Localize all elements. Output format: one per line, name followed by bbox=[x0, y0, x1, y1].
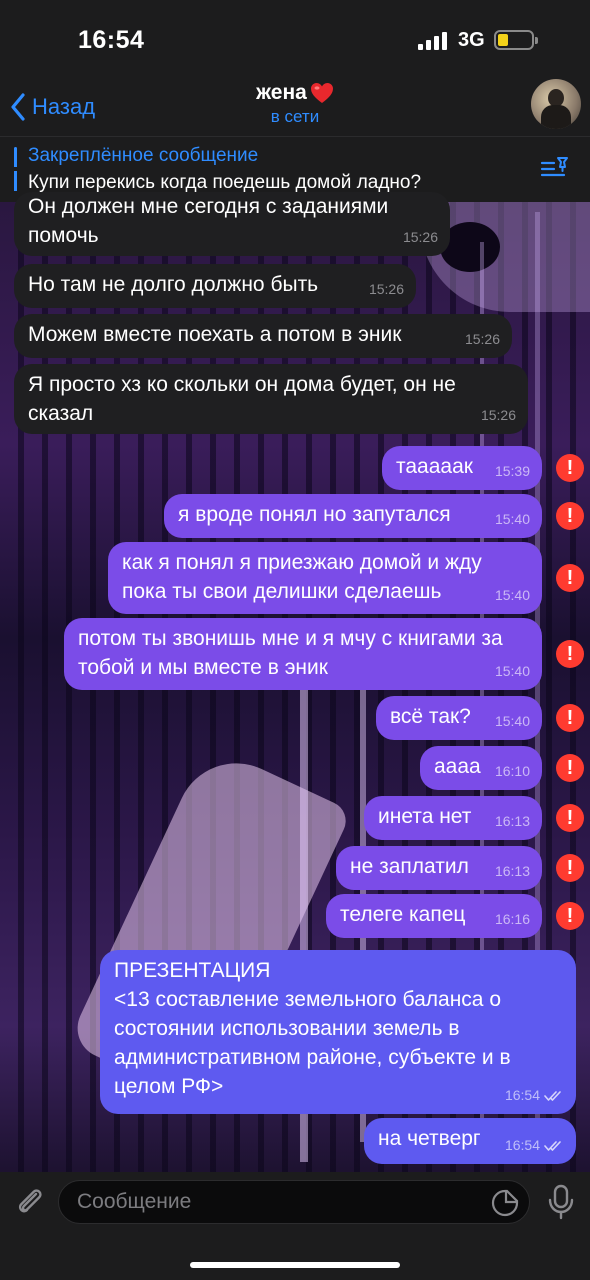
message-time: 16:54 bbox=[504, 1087, 540, 1103]
message-meta: 15:26 bbox=[465, 325, 500, 354]
message-meta: 15:40 bbox=[495, 707, 530, 736]
error-icon[interactable]: ! bbox=[556, 454, 584, 482]
message-meta: 16:54 bbox=[505, 1131, 564, 1160]
message-time: 15:40 bbox=[494, 713, 530, 729]
message-time: 15:26 bbox=[402, 229, 438, 245]
error-icon[interactable]: ! bbox=[556, 754, 584, 782]
message-meta: 16:13 bbox=[495, 807, 530, 836]
message-meta: 15:39 bbox=[495, 457, 530, 486]
message-text: Можем вместе поехать а потом в эник bbox=[28, 323, 402, 346]
message-time: 16:13 bbox=[494, 863, 530, 879]
message-text: телеге капец bbox=[340, 903, 466, 926]
cellular-signal-icon bbox=[418, 32, 448, 50]
message-text: на четверг bbox=[378, 1127, 481, 1150]
outgoing-message[interactable]: телеге капец 16:16 bbox=[326, 894, 542, 938]
heart-emoji-icon bbox=[310, 83, 333, 103]
outgoing-message[interactable]: всё так? 15:40 bbox=[376, 696, 542, 740]
message-meta: 15:40 bbox=[495, 581, 530, 610]
outgoing-message[interactable]: на четверг 16:54 bbox=[364, 1118, 576, 1164]
message-meta: 16:16 bbox=[495, 905, 530, 934]
error-icon[interactable]: ! bbox=[556, 640, 584, 668]
incoming-message[interactable]: Но там не долго должно быть 15:26 bbox=[14, 264, 416, 308]
double-check-icon bbox=[544, 1140, 561, 1151]
message-time: 15:40 bbox=[494, 663, 530, 679]
error-icon[interactable]: ! bbox=[556, 854, 584, 882]
message-time: 16:54 bbox=[504, 1137, 540, 1153]
message-meta: 15:26 bbox=[481, 401, 516, 430]
error-icon[interactable]: ! bbox=[556, 704, 584, 732]
sticker-icon[interactable] bbox=[491, 1189, 519, 1217]
outgoing-message[interactable]: как я понял я приезжаю домой и жду пока … bbox=[108, 542, 542, 614]
message-meta: 15:26 bbox=[403, 223, 438, 252]
error-icon[interactable]: ! bbox=[556, 902, 584, 930]
chat-header: Назад жена в сети bbox=[0, 79, 590, 136]
incoming-message[interactable]: Я просто хз ко скольки он дома будет, он… bbox=[14, 364, 528, 434]
outgoing-message[interactable]: я вроде понял но запутался 15:40 bbox=[164, 494, 542, 538]
error-icon[interactable]: ! bbox=[556, 564, 584, 592]
message-text: я вроде понял но запутался bbox=[178, 503, 451, 526]
home-indicator bbox=[190, 1262, 400, 1268]
error-icon[interactable]: ! bbox=[556, 804, 584, 832]
outgoing-message[interactable]: аааа 16:10 bbox=[420, 746, 542, 790]
message-text: потом ты звонишь мне и я мчу с книгами з… bbox=[78, 627, 509, 679]
message-field[interactable] bbox=[58, 1180, 530, 1224]
chat-title: жена bbox=[256, 81, 307, 104]
message-text: Но там не долго должно быть bbox=[28, 273, 319, 296]
status-bar: 16:54 3G bbox=[0, 0, 590, 80]
message-text: ПРЕЗЕНТАЦИЯ <13 составление земельного б… bbox=[114, 959, 511, 1098]
message-time: 15:39 bbox=[494, 463, 530, 479]
message-text: как я понял я приезжаю домой и жду пока … bbox=[122, 551, 488, 603]
pinned-text: Купи перекись когда поедешь домой ладно? bbox=[28, 172, 422, 193]
message-time: 15:40 bbox=[494, 511, 530, 527]
incoming-message[interactable]: Он должен мне сегодня с заданиями помочь… bbox=[14, 192, 450, 256]
outgoing-message[interactable]: ПРЕЗЕНТАЦИЯ <13 составление земельного б… bbox=[100, 950, 576, 1114]
paperclip-icon[interactable] bbox=[12, 1184, 48, 1220]
outgoing-message[interactable]: таааaак 15:39 bbox=[382, 446, 542, 490]
avatar[interactable] bbox=[531, 79, 581, 129]
microphone-icon[interactable] bbox=[548, 1184, 574, 1220]
message-meta: 15:40 bbox=[495, 505, 530, 534]
message-text: Я просто хз ко скольки он дома будет, он… bbox=[28, 373, 462, 425]
status-time: 16:54 bbox=[78, 26, 145, 54]
battery-icon bbox=[494, 30, 538, 50]
message-time: 15:26 bbox=[464, 331, 500, 347]
incoming-message[interactable]: Можем вместе поехать а потом в эник 15:26 bbox=[14, 314, 512, 358]
message-time: 15:40 bbox=[494, 587, 530, 603]
chat-title-area[interactable]: жена в сети bbox=[0, 81, 590, 127]
pinned-list-icon[interactable] bbox=[540, 155, 570, 181]
composer-bar bbox=[0, 1172, 590, 1280]
message-time: 16:10 bbox=[494, 763, 530, 779]
message-text: всё так? bbox=[390, 705, 471, 728]
message-time: 15:26 bbox=[368, 281, 404, 297]
message-text: таааaак bbox=[396, 455, 473, 478]
message-meta: 16:10 bbox=[495, 757, 530, 786]
message-time: 16:16 bbox=[494, 911, 530, 927]
chat-status: в сети bbox=[270, 107, 320, 126]
outgoing-message[interactable]: потом ты звонишь мне и я мчу с книгами з… bbox=[64, 618, 542, 690]
message-text: инета нет bbox=[378, 805, 472, 828]
outgoing-message[interactable]: не заплатил 16:13 bbox=[336, 846, 542, 890]
message-text: Он должен мне сегодня с заданиями помочь bbox=[28, 195, 395, 247]
message-input[interactable] bbox=[77, 1187, 477, 1217]
network-type: 3G bbox=[458, 29, 485, 51]
pinned-indicator bbox=[14, 147, 17, 193]
message-meta: 16:13 bbox=[495, 857, 530, 886]
message-time: 16:13 bbox=[494, 813, 530, 829]
pinned-title: Закреплённое сообщение bbox=[28, 145, 259, 166]
message-meta: 15:26 bbox=[369, 275, 404, 304]
message-text: аааа bbox=[434, 755, 481, 778]
outgoing-message[interactable]: инета нет 16:13 bbox=[364, 796, 542, 840]
message-text: не заплатил bbox=[350, 855, 469, 878]
double-check-icon bbox=[544, 1090, 561, 1101]
message-meta: 15:40 bbox=[495, 657, 530, 686]
message-meta: 16:54 bbox=[505, 1081, 564, 1110]
error-icon[interactable]: ! bbox=[556, 502, 584, 530]
message-time: 15:26 bbox=[480, 407, 516, 423]
